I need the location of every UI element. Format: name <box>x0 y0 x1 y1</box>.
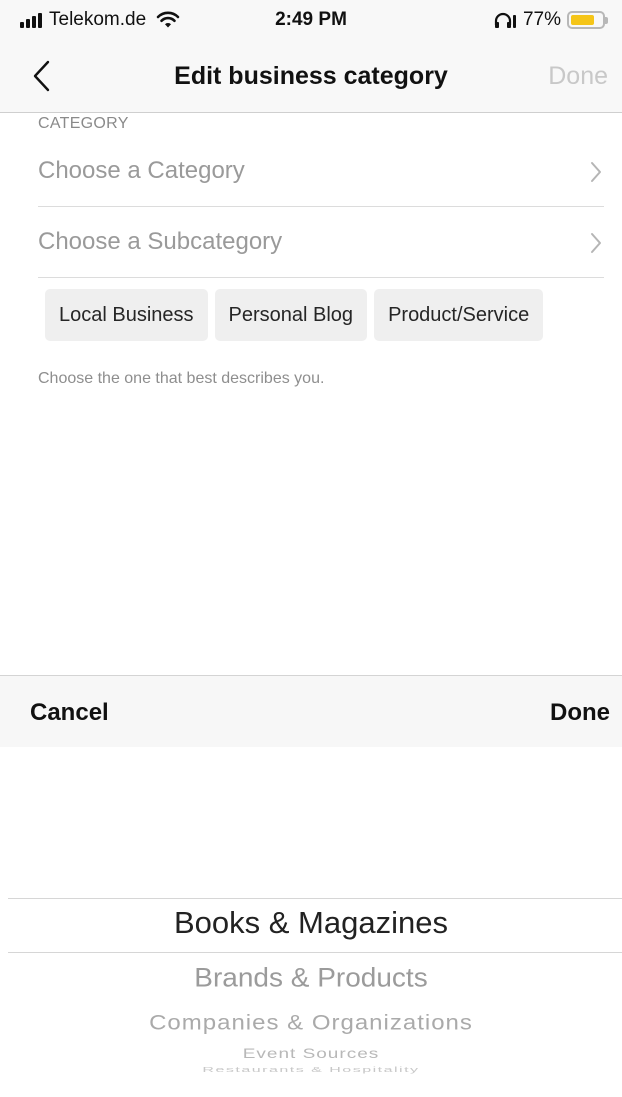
subcategory-row[interactable]: Choose a Subcategory <box>38 208 604 278</box>
category-picker-wheel[interactable]: Books & Magazines Brands & Products Comp… <box>0 747 622 1097</box>
hint-text: Choose the one that best describes you. <box>38 370 325 387</box>
category-chips: Local Business Personal Blog Product/Ser… <box>45 289 544 341</box>
picker-selection-top-line <box>8 898 622 899</box>
picker-cancel-button[interactable]: Cancel <box>30 699 109 727</box>
picker-item[interactable]: Companies & Organizations <box>0 1010 622 1035</box>
picker-selection-bottom-line <box>8 952 622 953</box>
done-button[interactable]: Done <box>548 62 608 91</box>
picker-item[interactable]: Event Sources <box>0 1046 622 1063</box>
nav-bar: Edit business category Done <box>0 42 622 113</box>
battery-body <box>567 11 605 29</box>
chevron-right-icon <box>591 233 601 253</box>
picker-item-selected[interactable]: Books & Magazines <box>0 905 622 941</box>
chevron-right-icon <box>591 162 601 182</box>
battery-fill <box>571 15 595 25</box>
chip-product-service[interactable]: Product/Service <box>374 289 544 341</box>
battery-icon <box>567 11 608 29</box>
page-title: Edit business category <box>174 62 448 90</box>
chip-personal-blog[interactable]: Personal Blog <box>214 289 368 341</box>
status-bar: Telekom.de 2:49 PM 77% <box>0 0 622 42</box>
subcategory-row-label: Choose a Subcategory <box>38 228 283 255</box>
battery-tip <box>605 16 608 24</box>
category-row-label: Choose a Category <box>38 157 245 184</box>
category-row[interactable]: Choose a Category <box>38 137 604 207</box>
picker-item[interactable]: Brands & Products <box>0 963 622 993</box>
chip-local-business[interactable]: Local Business <box>45 289 208 341</box>
battery-percent: 77% <box>522 9 561 30</box>
picker-item[interactable]: Restaurants & Hospitality <box>0 1066 622 1074</box>
status-bar-right: 77% <box>493 9 608 31</box>
headphones-icon <box>494 12 516 28</box>
picker-done-button[interactable]: Done <box>550 699 610 727</box>
picker-toolbar: Cancel Done <box>0 675 622 748</box>
section-label: CATEGORY <box>38 115 129 132</box>
